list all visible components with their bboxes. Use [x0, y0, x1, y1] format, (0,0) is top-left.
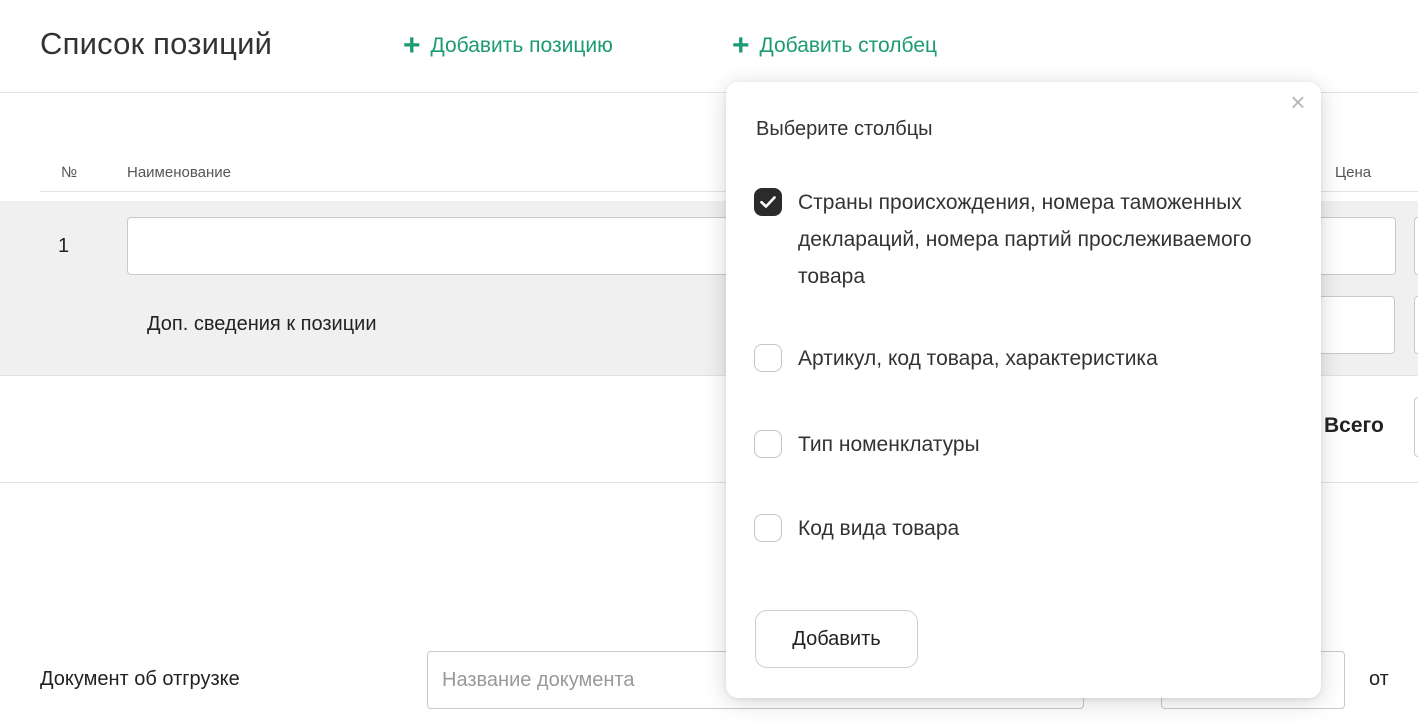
- next-column-input[interactable]: [1414, 217, 1418, 275]
- column-header-number: №: [61, 164, 78, 181]
- close-icon[interactable]: ×: [1287, 89, 1309, 115]
- column-header-price: Цена: [1335, 164, 1372, 181]
- checkbox-icon[interactable]: [754, 430, 782, 458]
- option-nomenclature-type[interactable]: Тип номенклатуры: [754, 426, 980, 463]
- checkbox-icon[interactable]: [754, 514, 782, 542]
- row-number: 1: [58, 235, 70, 257]
- extra-next-input[interactable]: [1414, 296, 1418, 354]
- add-position-link[interactable]: + Добавить позицию: [403, 29, 613, 62]
- total-input[interactable]: [1414, 397, 1418, 457]
- option-label: Код вида товара: [798, 517, 960, 540]
- option-label: Страны происхождения, номера таможенных …: [798, 191, 1252, 288]
- add-position-label: Добавить позицию: [430, 34, 613, 57]
- select-columns-popup: × Выберите столбцы Страны происхождения,…: [726, 82, 1321, 698]
- option-article[interactable]: Артикул, код товара, характеристика: [754, 340, 1158, 377]
- checkbox-checked-icon[interactable]: [754, 188, 782, 216]
- page: Список позиций + Добавить позицию + Доба…: [0, 0, 1418, 724]
- page-title: Список позиций: [40, 26, 273, 61]
- date-from-label: от: [1369, 668, 1389, 690]
- add-columns-button[interactable]: Добавить: [755, 610, 918, 668]
- checkbox-icon[interactable]: [754, 344, 782, 372]
- total-label: Всего: [1324, 414, 1384, 437]
- extra-info-link[interactable]: Доп. сведения к позиции: [147, 313, 377, 336]
- column-header-name: Наименование: [127, 164, 231, 181]
- option-origin-countries[interactable]: Страны происхождения, номера таможенных …: [754, 184, 1298, 295]
- popup-title: Выберите столбцы: [756, 118, 933, 140]
- option-goods-type-code[interactable]: Код вида товара: [754, 510, 959, 547]
- plus-icon: +: [732, 29, 750, 62]
- option-label: Артикул, код товара, характеристика: [798, 347, 1158, 370]
- shipment-document-label: Документ об отгрузке: [40, 668, 240, 690]
- add-column-link[interactable]: + Добавить столбец: [732, 29, 938, 62]
- option-label: Тип номенклатуры: [798, 433, 980, 456]
- add-column-label: Добавить столбец: [759, 34, 938, 57]
- plus-icon: +: [403, 29, 421, 62]
- item-name-input[interactable]: [127, 217, 767, 275]
